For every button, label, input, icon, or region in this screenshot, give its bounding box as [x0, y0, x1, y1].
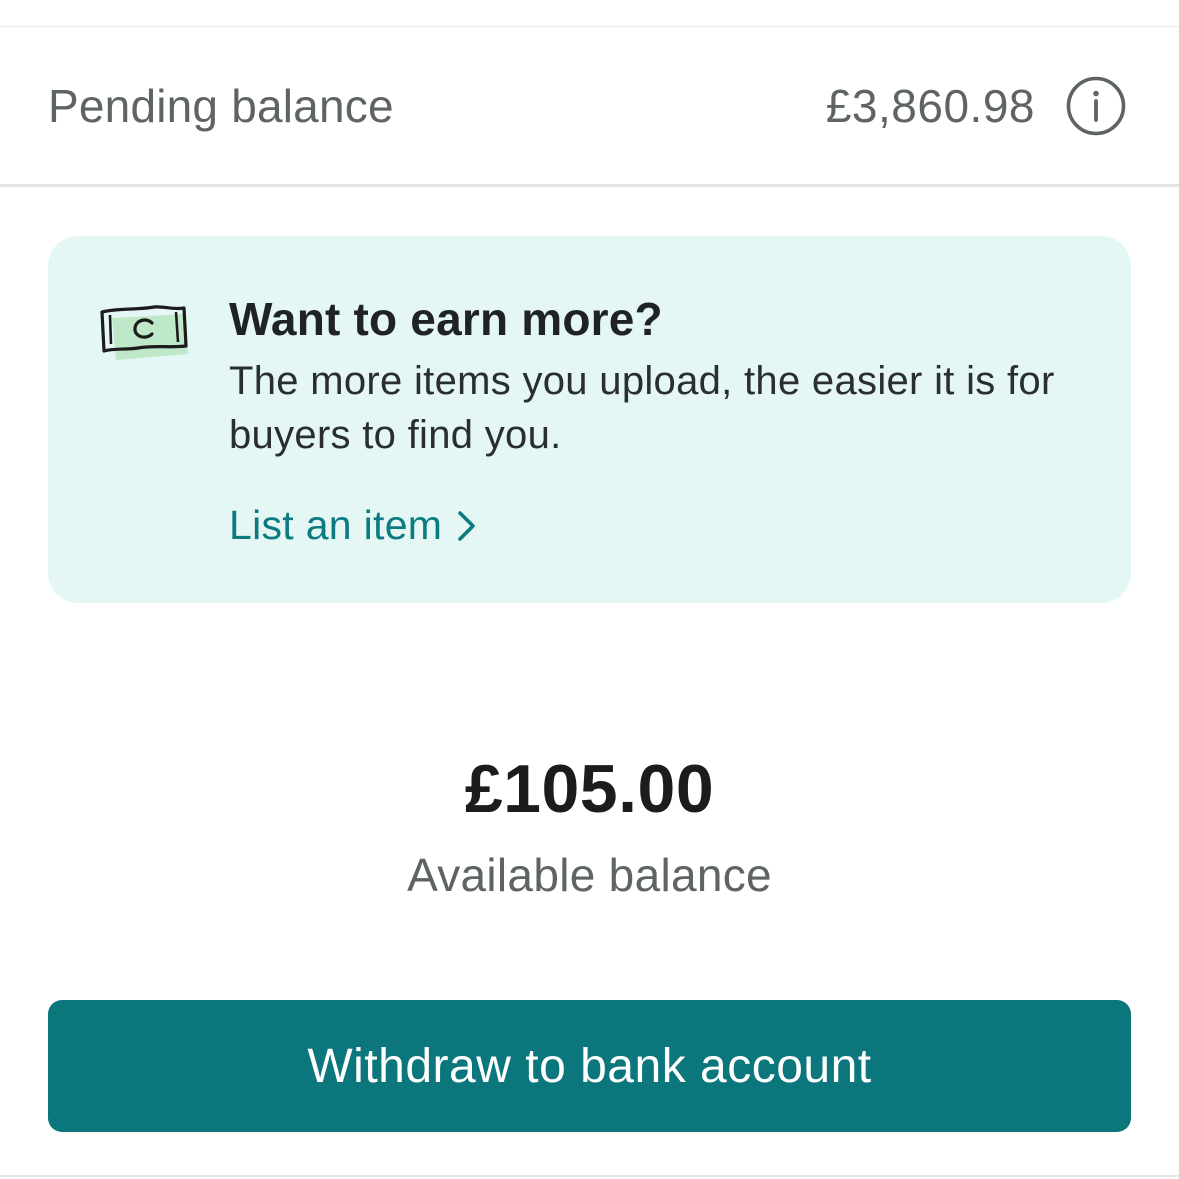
list-an-item-link[interactable]: List an item	[229, 502, 478, 549]
earn-more-card: Want to earn more? The more items you up…	[48, 236, 1131, 603]
withdraw-to-bank-button[interactable]: Withdraw to bank account	[48, 1000, 1131, 1132]
money-icon	[100, 305, 188, 360]
earn-more-text: Want to earn more? The more items you up…	[229, 288, 1089, 462]
pending-balance-row: Pending balance £3,860.98	[48, 27, 1127, 184]
list-an-item-label: List an item	[229, 502, 443, 548]
withdraw-button-label: Withdraw to bank account	[307, 1039, 872, 1093]
section-divider	[0, 184, 1179, 187]
earn-more-title: Want to earn more?	[229, 293, 663, 345]
pending-balance-label: Pending balance	[48, 79, 394, 132]
available-balance-label: Available balance	[407, 849, 772, 901]
available-balance-amount: £105.00	[464, 751, 715, 827]
info-icon[interactable]	[1065, 75, 1127, 137]
pending-balance-value-group: £3,860.98	[826, 75, 1127, 137]
bottom-divider	[0, 1175, 1179, 1177]
pending-balance-amount: £3,860.98	[825, 79, 1035, 132]
chevron-right-icon	[458, 510, 476, 541]
earn-more-description: The more items you upload, the easier it…	[229, 359, 1055, 457]
